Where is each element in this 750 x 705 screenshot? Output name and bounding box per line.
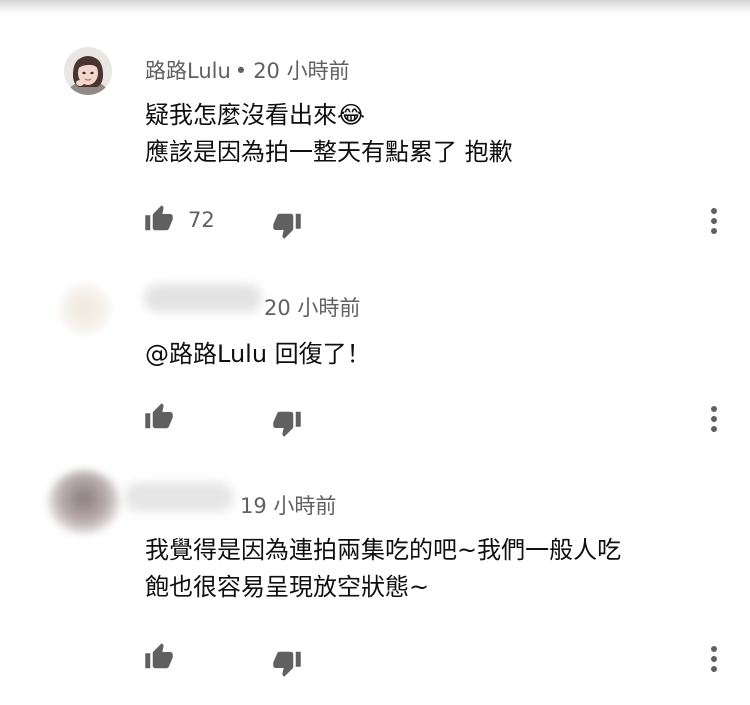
thumbs-down-icon[interactable] bbox=[272, 408, 302, 438]
comment-time[interactable]: 19 小時前 bbox=[240, 494, 336, 518]
author-name-redacted bbox=[124, 482, 234, 512]
avatar-photo-icon bbox=[64, 47, 112, 95]
comment-time[interactable]: 20 小時前 bbox=[264, 296, 360, 320]
more-vert-icon[interactable] bbox=[706, 206, 722, 236]
comment-actions bbox=[0, 640, 750, 680]
comment-line: @路路Lulu 回復了！ bbox=[145, 340, 371, 368]
thumbs-up-icon[interactable] bbox=[144, 204, 174, 234]
comment-time[interactable]: 20 小時前 bbox=[253, 59, 349, 83]
comment-meta: 路路Lulu • 20 小時前 bbox=[145, 55, 350, 85]
more-vert-icon[interactable] bbox=[706, 404, 722, 434]
comment-actions: 72 bbox=[0, 202, 750, 242]
meta-separator: • bbox=[234, 59, 248, 83]
comment-actions bbox=[0, 400, 750, 440]
comment-text: 疑我怎麼沒看出來😂 應該是因為拍一整天有點累了 抱歉 bbox=[145, 97, 513, 171]
thumbs-up-icon[interactable] bbox=[144, 642, 174, 672]
author-name[interactable]: 路路Lulu bbox=[145, 59, 231, 83]
like-count: 72 bbox=[188, 208, 215, 232]
comment-text: @路路Lulu 回復了！ bbox=[145, 336, 371, 373]
more-vert-icon[interactable] bbox=[706, 644, 722, 674]
author-name-redacted bbox=[144, 284, 262, 312]
comment-meta: 19 小時前 bbox=[240, 490, 336, 520]
comment-line: 我覺得是因為連拍兩集吃的吧~我們一般人吃 bbox=[145, 536, 622, 564]
thumbs-down-icon[interactable] bbox=[272, 648, 302, 678]
avatar[interactable] bbox=[64, 47, 112, 95]
thumbs-down-icon[interactable] bbox=[272, 210, 302, 240]
avatar[interactable] bbox=[58, 282, 112, 336]
comment-line: 疑我怎麼沒看出來😂 bbox=[145, 101, 366, 129]
comment-line: 飽也很容易呈現放空狀態~ bbox=[145, 573, 430, 601]
comment-meta: 20 小時前 bbox=[264, 292, 360, 322]
avatar[interactable] bbox=[48, 470, 120, 534]
comment-line: 應該是因為拍一整天有點累了 抱歉 bbox=[145, 138, 513, 166]
comment-text: 我覺得是因為連拍兩集吃的吧~我們一般人吃 飽也很容易呈現放空狀態~ bbox=[145, 532, 621, 606]
thumbs-up-icon[interactable] bbox=[144, 402, 174, 432]
top-shadow bbox=[0, 0, 750, 14]
